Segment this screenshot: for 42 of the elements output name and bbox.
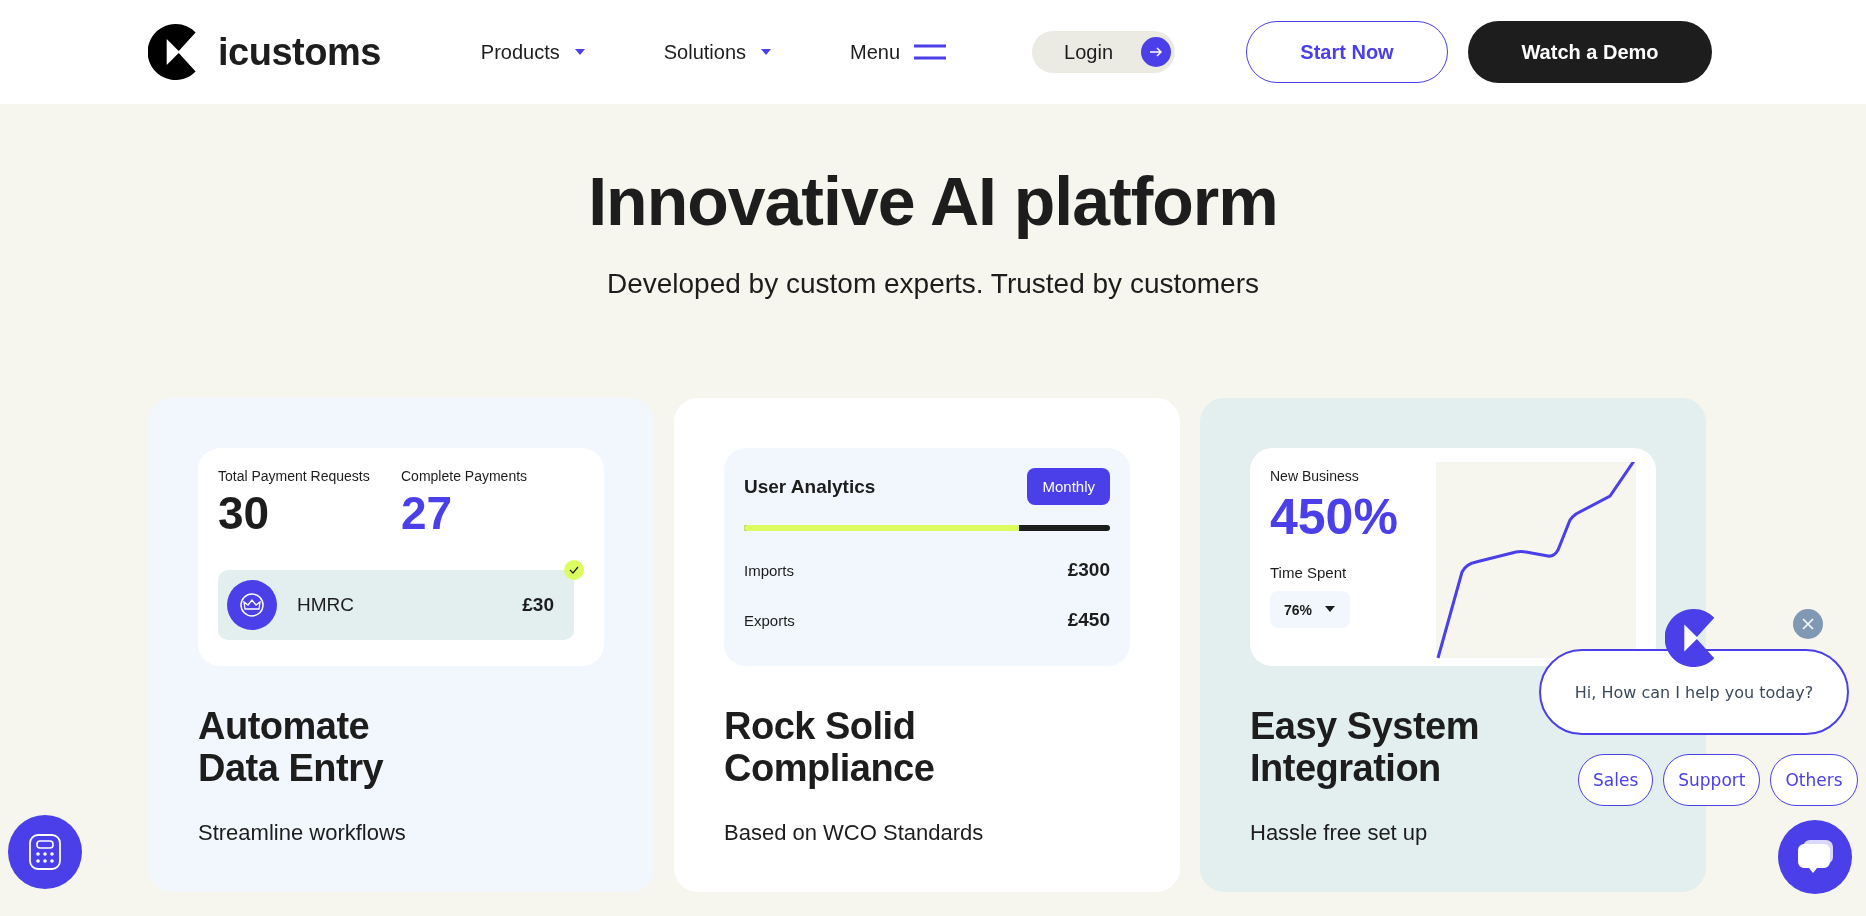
- chat-option[interactable]: Others: [1770, 754, 1858, 806]
- caret-icon: [1324, 606, 1337, 613]
- stat-value: 30: [218, 486, 271, 540]
- widget-title: User Analytics: [744, 475, 876, 498]
- payee-name: HMRC: [297, 594, 355, 616]
- chat-greeting: Hi, How can I help you today?: [1539, 649, 1849, 735]
- card-heading: Rock Solid Compliance: [724, 706, 935, 790]
- nav-link[interactable]: Menu: [850, 36, 947, 68]
- card-heading: Easy System Integration: [1250, 706, 1479, 790]
- stat-label: Complete Payments: [401, 468, 529, 484]
- stat-value: 27: [401, 486, 454, 540]
- card-heading: Automate Data Entry: [198, 706, 384, 790]
- nav-link[interactable]: Products: [480, 36, 586, 68]
- hero-title: Innovative AI platform: [587, 162, 1279, 240]
- logo-text[interactable]: icustoms: [218, 30, 381, 74]
- crown-icon: [227, 580, 277, 630]
- hero-subtitle: Developed by custom experts. Trusted by customers: [605, 268, 1261, 300]
- login-button[interactable]: Login: [1032, 31, 1175, 73]
- chat-option[interactable]: Support: [1663, 754, 1761, 806]
- start-now-button[interactable]: Start Now: [1246, 21, 1448, 83]
- calculator-icon: [28, 833, 62, 871]
- metric-label: Imports: [744, 561, 794, 579]
- percent-dropdown[interactable]: 76%: [1270, 591, 1351, 628]
- nav-link[interactable]: Solutions: [663, 36, 773, 68]
- caret-icon: [760, 48, 773, 56]
- menu-icon: [914, 44, 947, 60]
- stat-value: 450%: [1270, 488, 1398, 546]
- card-text: Based on WCO Standards: [724, 819, 985, 846]
- watch-demo-button[interactable]: Watch a Demo: [1468, 21, 1712, 83]
- period-button[interactable]: Monthly: [1027, 468, 1110, 505]
- stat-label: Total Payment Requests: [218, 468, 371, 484]
- close-icon: [1802, 618, 1814, 630]
- card-text: Streamline workflows: [198, 819, 407, 846]
- stat-label: New Business: [1270, 468, 1360, 484]
- stat-label: Time Spent: [1270, 564, 1348, 581]
- metric-value: £450: [1067, 609, 1110, 631]
- metric-label: Exports: [744, 611, 795, 629]
- caret-icon: [573, 48, 586, 56]
- metric-value: £300: [1067, 559, 1110, 581]
- payment-amount: £30: [522, 594, 554, 616]
- close-button[interactable]: [1793, 609, 1823, 639]
- card-text: Hassle free set up: [1250, 819, 1429, 846]
